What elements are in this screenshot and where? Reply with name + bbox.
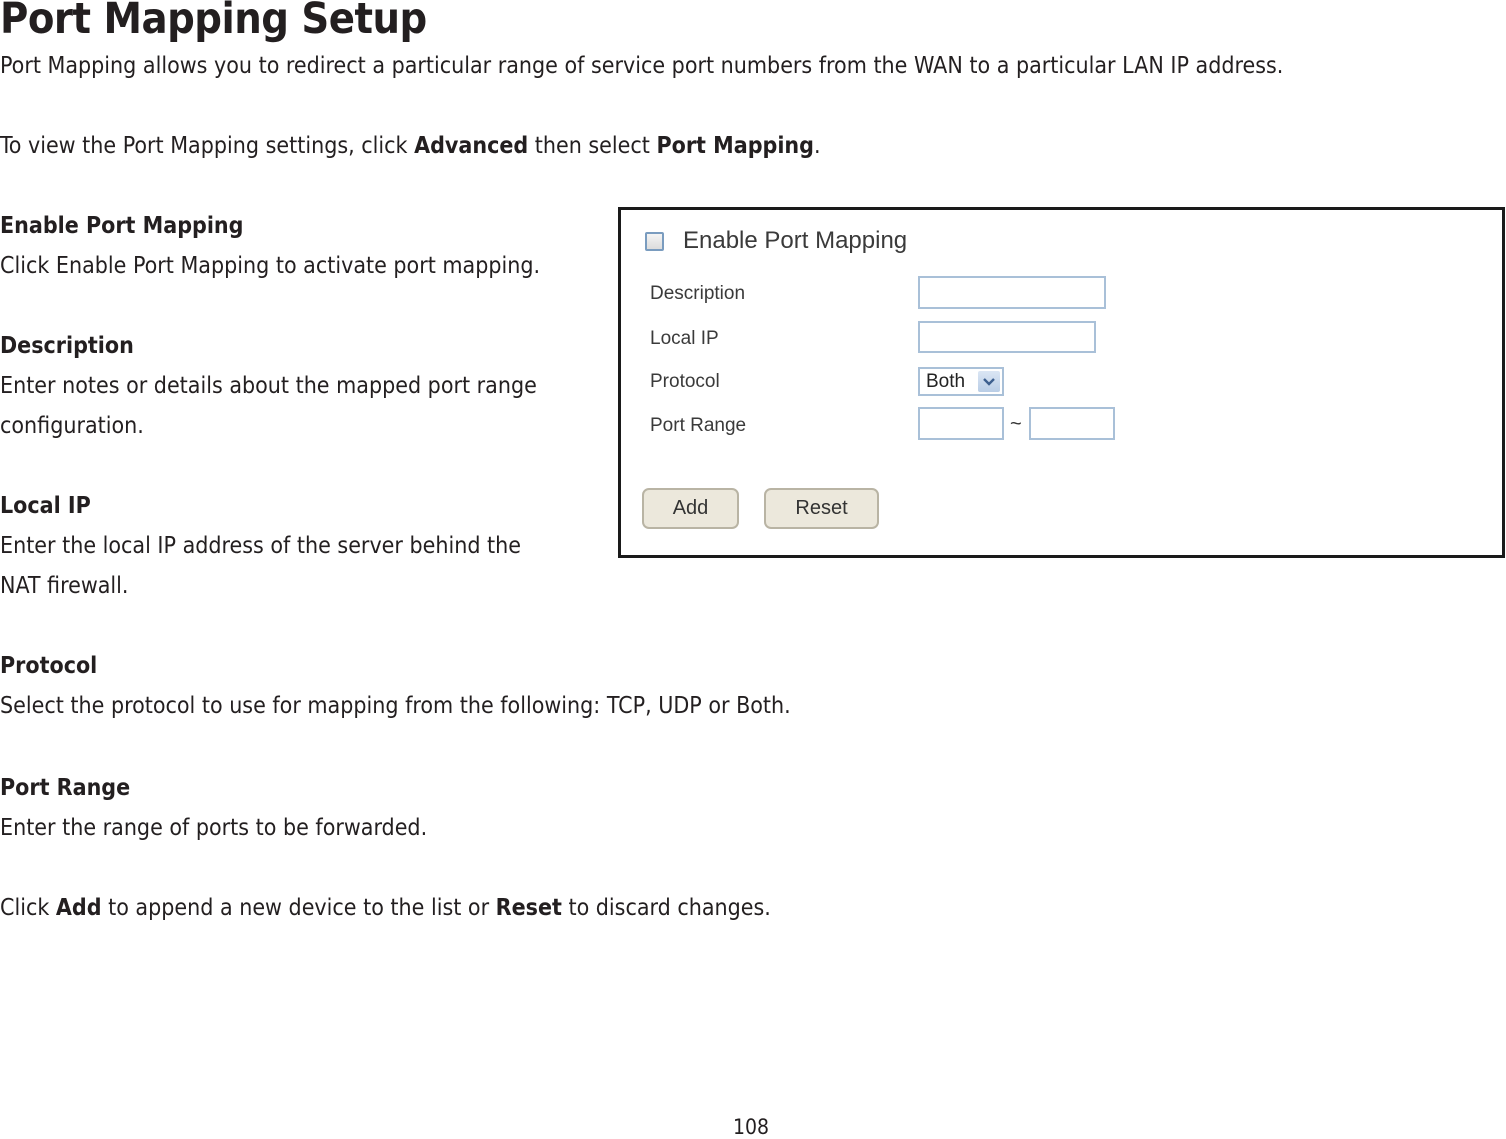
section-text-port-range: Enter the range of ports to be forwarded…: [0, 815, 428, 841]
section-heading-protocol: Protocol: [0, 653, 98, 679]
port-range-label: Port Range: [650, 415, 747, 436]
reset-button[interactable]: Reset: [764, 488, 879, 529]
intro-text: Port Mapping allows you to redirect a pa…: [0, 53, 1284, 79]
add-button[interactable]: Add: [642, 488, 739, 529]
section-text-enable: Click Enable Port Mapping to activate po…: [0, 253, 541, 279]
local-ip-input[interactable]: [918, 321, 1096, 353]
description-input[interactable]: [918, 276, 1106, 309]
navigation-instructions: To view the Port Mapping settings, click…: [0, 126, 821, 166]
closing-add: Add: [55, 895, 102, 921]
section-heading-enable: Enable Port Mapping: [0, 213, 244, 239]
closing-suffix: to discard changes.: [561, 895, 771, 921]
description-label: Description: [650, 283, 746, 304]
closing-prefix: Click: [0, 895, 56, 921]
section-text-local-ip-2: NAT firewall.: [0, 573, 129, 599]
closing-instructions: Click Add to append a new device to the …: [0, 888, 771, 928]
nav-prefix: To view the Port Mapping settings, click: [0, 133, 415, 159]
port-range-end-input[interactable]: [1029, 407, 1115, 440]
section-text-description-2: configuration.: [0, 413, 144, 439]
closing-reset: Reset: [495, 895, 562, 921]
section-heading-description: Description: [0, 333, 134, 359]
closing-middle: to append a new device to the list or: [101, 895, 496, 921]
port-mapping-screenshot: Enable Port Mapping Description Local IP…: [618, 207, 1505, 558]
port-range-start-input[interactable]: [918, 407, 1004, 440]
page-number: 108: [733, 1115, 770, 1139]
section-heading-port-range: Port Range: [0, 775, 131, 801]
port-range-separator: ~: [1010, 413, 1022, 435]
nav-suffix: .: [813, 133, 821, 159]
section-text-local-ip-1: Enter the local IP address of the server…: [0, 533, 522, 559]
enable-port-mapping-label: Enable Port Mapping: [683, 227, 908, 254]
section-text-protocol: Select the protocol to use for mapping f…: [0, 693, 791, 719]
enable-port-mapping-checkbox[interactable]: [645, 232, 664, 251]
section-text-description-1: Enter notes or details about the mapped …: [0, 373, 537, 399]
protocol-label: Protocol: [650, 371, 720, 392]
local-ip-label: Local IP: [650, 328, 719, 349]
chevron-down-icon[interactable]: [978, 371, 1000, 392]
protocol-select[interactable]: Both: [918, 367, 1004, 396]
protocol-selected-value: Both: [926, 371, 966, 392]
nav-advanced: Advanced: [414, 133, 529, 159]
nav-middle: then select: [528, 133, 657, 159]
page-title: Port Mapping Setup: [0, 0, 427, 44]
nav-port-mapping: Port Mapping: [656, 133, 814, 159]
section-heading-local-ip: Local IP: [0, 493, 91, 519]
